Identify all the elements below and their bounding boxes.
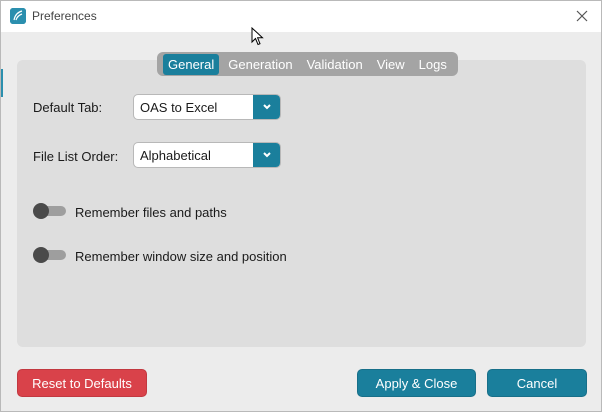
tab-bar: General Generation Validation View Logs bbox=[157, 52, 458, 76]
close-icon[interactable] bbox=[576, 10, 588, 22]
chevron-down-icon bbox=[262, 104, 271, 110]
remember-window-toggle[interactable] bbox=[33, 247, 67, 263]
file-list-order-label: File List Order: bbox=[33, 149, 119, 164]
toggle-knob bbox=[33, 247, 49, 263]
tab-logs[interactable]: Logs bbox=[414, 54, 452, 75]
mouse-cursor-icon bbox=[251, 27, 264, 46]
preferences-window: Preferences General Generation Validatio… bbox=[0, 0, 602, 412]
remember-window-label: Remember window size and position bbox=[75, 249, 287, 264]
tab-validation[interactable]: Validation bbox=[302, 54, 368, 75]
app-logo-icon bbox=[10, 8, 26, 24]
close-button[interactable] bbox=[569, 5, 595, 27]
remember-files-label: Remember files and paths bbox=[75, 205, 227, 220]
tab-generation[interactable]: Generation bbox=[223, 54, 297, 75]
reset-defaults-button[interactable]: Reset to Defaults bbox=[17, 369, 147, 397]
default-tab-value: OAS to Excel bbox=[140, 100, 218, 115]
cancel-button[interactable]: Cancel bbox=[487, 369, 587, 397]
file-list-order-select[interactable]: Alphabetical bbox=[133, 142, 281, 168]
chevron-down-icon bbox=[262, 152, 271, 158]
settings-panel bbox=[17, 60, 586, 347]
title-bar: Preferences bbox=[1, 1, 601, 32]
default-tab-select[interactable]: OAS to Excel bbox=[133, 94, 281, 120]
background-window-edge bbox=[1, 69, 3, 97]
window-title: Preferences bbox=[32, 9, 97, 23]
default-tab-dropdown-button[interactable] bbox=[253, 95, 280, 119]
tab-general[interactable]: General bbox=[163, 53, 220, 75]
toggle-knob bbox=[33, 203, 49, 219]
default-tab-label: Default Tab: bbox=[33, 100, 103, 115]
tab-view[interactable]: View bbox=[372, 54, 410, 75]
apply-close-button[interactable]: Apply & Close bbox=[357, 369, 476, 397]
file-list-order-value: Alphabetical bbox=[140, 148, 211, 163]
file-list-order-dropdown-button[interactable] bbox=[253, 143, 280, 167]
remember-files-toggle[interactable] bbox=[33, 203, 67, 219]
